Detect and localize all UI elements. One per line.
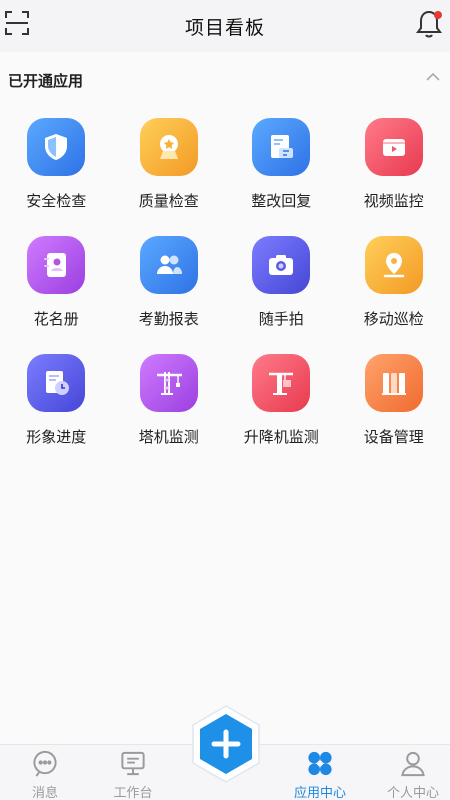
app-label: 视频监控	[363, 193, 424, 210]
scan-icon	[5, 11, 29, 35]
app-label: 塔机监测	[138, 429, 199, 446]
collapse-button[interactable]	[424, 68, 442, 86]
page-title: 项目看板	[184, 17, 265, 39]
location-pin-icon	[383, 253, 404, 278]
user-icon	[401, 751, 425, 777]
shield-icon	[45, 134, 68, 160]
app-label: 设备管理	[363, 429, 424, 446]
app-rectification-reply[interactable]: 整改回复	[225, 118, 338, 236]
app-snapshot[interactable]: 随手拍	[225, 236, 338, 354]
video-icon	[382, 139, 405, 156]
section-title: 已开通应用	[8, 73, 84, 90]
tab-app-center[interactable]: 应用中心	[275, 745, 365, 800]
app-grid: 安全检查 质量检查 整改回复 视频监控 花名册 考勤报表 随手拍 移动巡检 形象…	[0, 118, 450, 472]
document-edit-icon	[271, 135, 294, 158]
tab-profile[interactable]: 个人中心	[368, 745, 450, 800]
tab-workbench[interactable]: 工作台	[88, 745, 178, 800]
elevator-icon	[269, 372, 294, 395]
chevron-up-icon	[426, 72, 440, 81]
app-roster[interactable]: 花名册	[0, 236, 113, 354]
app-progress[interactable]: 形象进度	[0, 354, 113, 472]
app-label: 质量检查	[138, 193, 199, 210]
app-quality-check[interactable]: 质量检查	[113, 118, 226, 236]
section-header: 已开通应用	[0, 60, 450, 100]
monitor-icon	[121, 751, 145, 776]
app-label: 随手拍	[258, 311, 304, 328]
app-label: 考勤报表	[138, 311, 199, 328]
notification-button[interactable]	[414, 8, 444, 40]
app-label: 整改回复	[251, 193, 312, 210]
app-label: 移动巡检	[363, 311, 424, 328]
tab-label: 个人中心	[386, 785, 439, 800]
app-safety-check[interactable]: 安全检查	[0, 118, 113, 236]
app-tower-crane[interactable]: 塔机监测	[113, 354, 226, 472]
app-video-monitor[interactable]: 视频监控	[338, 118, 450, 236]
contact-book-icon	[44, 253, 67, 277]
tower-crane-icon	[156, 372, 182, 395]
app-center-icon	[308, 751, 332, 776]
equipment-icon	[381, 373, 406, 395]
add-button[interactable]	[186, 704, 266, 784]
plus-icon	[192, 705, 260, 783]
app-mobile-patrol[interactable]: 移动巡检	[338, 236, 450, 354]
progress-clock-icon	[46, 371, 70, 395]
message-icon	[33, 750, 57, 777]
tab-label: 应用中心	[293, 785, 346, 800]
notification-badge	[434, 11, 442, 19]
tab-label: 消息	[31, 785, 58, 800]
app-label: 花名册	[33, 311, 79, 328]
users-icon	[156, 255, 182, 274]
app-label: 形象进度	[26, 429, 87, 446]
app-equipment-management[interactable]: 设备管理	[338, 354, 450, 472]
content-area: 已开通应用 安全检查 质量检查 整改回复 视频监控 花名册 考勤报表 随手拍 移…	[0, 52, 450, 744]
award-icon	[159, 135, 178, 159]
app-attendance-report[interactable]: 考勤报表	[113, 236, 226, 354]
tab-messages[interactable]: 消息	[0, 745, 90, 800]
tab-label: 工作台	[113, 785, 153, 800]
camera-icon	[269, 255, 294, 275]
app-label: 安全检查	[26, 193, 87, 210]
scan-button[interactable]	[4, 10, 30, 36]
app-elevator-monitor[interactable]: 升降机监测	[225, 354, 338, 472]
app-label: 升降机监测	[243, 429, 319, 446]
top-bar: 项目看板	[0, 0, 450, 52]
